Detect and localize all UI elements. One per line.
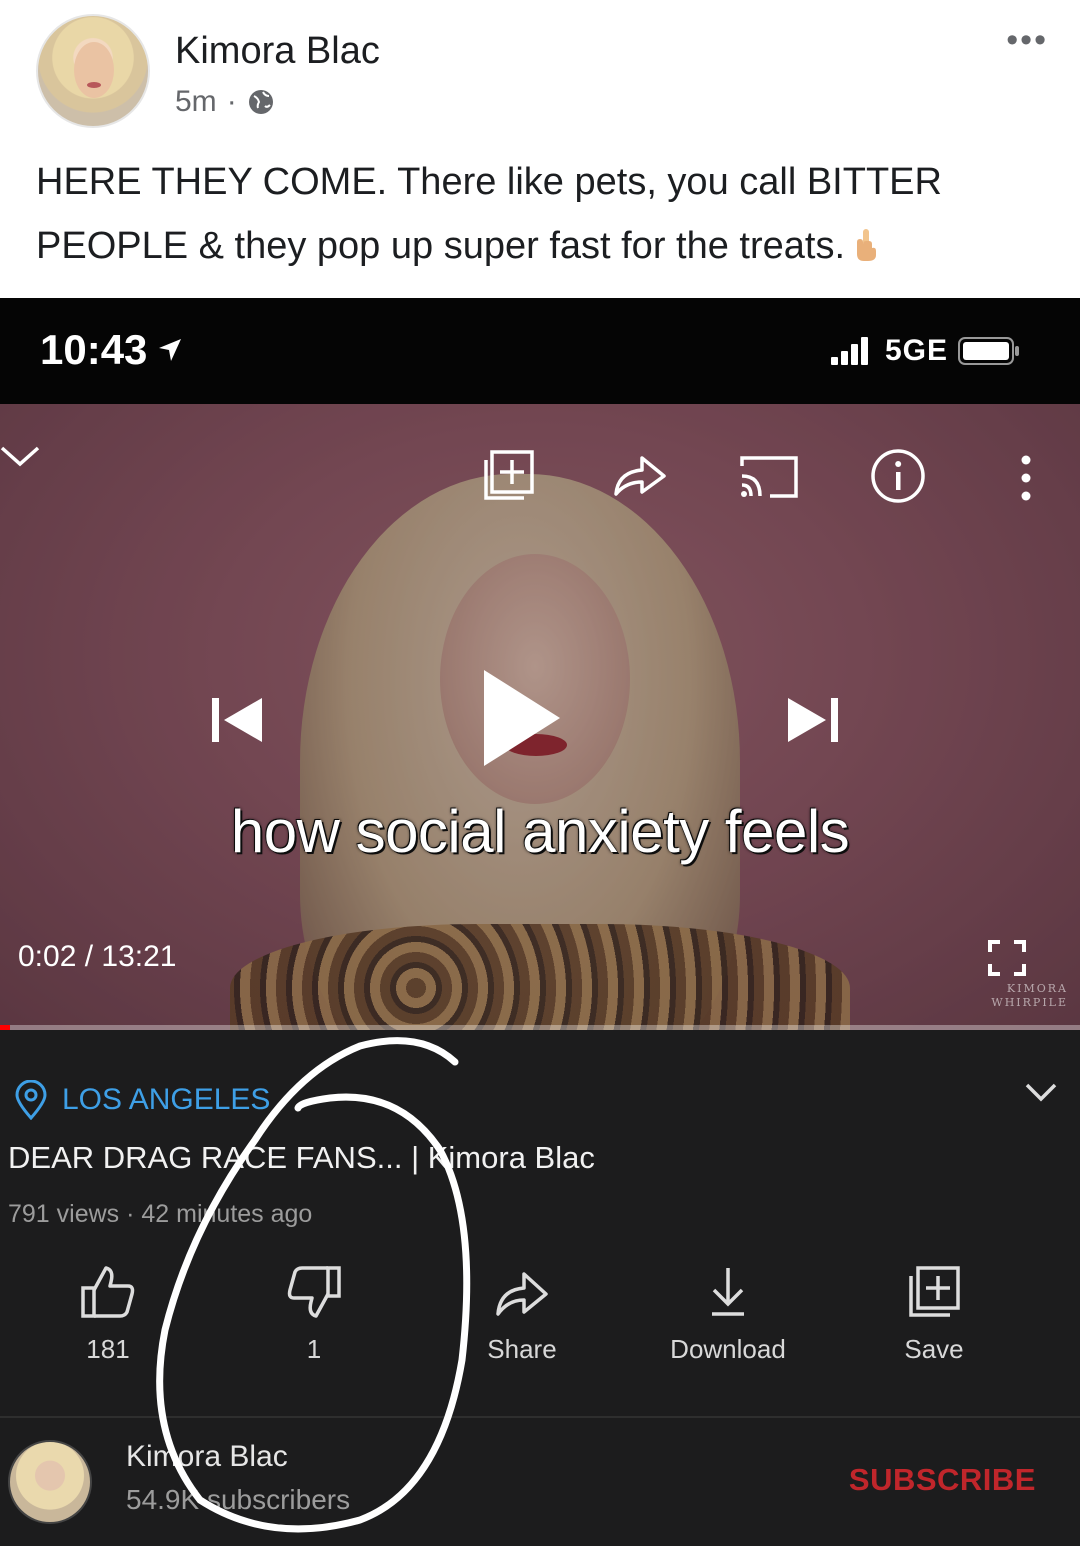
current-time: 0:02 [18,940,77,973]
video-caption-overlay: how social anxiety feels [230,798,850,865]
upload-age: 42 minutes ago [141,1200,313,1228]
share-arrow-icon [496,1272,548,1316]
video-watermark: KIMORA WHIRPILE [991,982,1068,1010]
network-type: 5GE [884,334,948,367]
duration: 13:21 [101,940,177,973]
channel-avatar[interactable] [8,1440,92,1524]
location-pin-icon [15,1080,47,1120]
save-button[interactable]: Save [844,1264,1024,1374]
action-bar: 181 1 Share Download Save [0,1264,1080,1374]
video-player[interactable]: how social anxiety feels 0:02 / 13:21 KI… [0,404,1080,1030]
dislike-button[interactable]: 1 [224,1264,404,1374]
watermark-line-2: WHIRPILE [991,996,1068,1009]
expand-chevron-icon[interactable] [1024,1080,1058,1104]
divider [0,1416,1080,1418]
clock: 10:43 [40,326,148,373]
fullscreen-icon[interactable] [988,940,1026,976]
video-title[interactable]: DEAR DRAG RACE FANS... | Kimora Blac [8,1140,595,1176]
more-vert-icon[interactable] [1018,454,1034,502]
phone-status-bar: 10:43 5GE [0,298,1080,404]
avatar-face [74,42,114,98]
save-playlist-icon [909,1266,960,1317]
time-readout: 0:02 / 13:21 [18,940,176,974]
video-meta: 791 views · 42 minutes ago [8,1200,312,1229]
subscribe-button[interactable]: SUBSCRIBE [849,1462,1036,1498]
meta-separator: · [119,1200,142,1228]
more-options-icon[interactable]: ••• [1006,23,1048,57]
signal-bars-icon [830,337,868,365]
subscriber-count: 54.9K subscribers [126,1484,351,1515]
post-time[interactable]: 5m [175,85,217,119]
avatar-lips [87,82,101,88]
time-separator: / [76,940,102,973]
globe-icon [248,90,273,114]
share-button[interactable]: Share [432,1264,612,1374]
status-time: 10:43 [40,326,183,374]
download-label: Download [670,1334,786,1364]
download-icon [712,1268,744,1316]
location-tag[interactable]: LOS ANGELES [14,1080,270,1120]
next-video-icon[interactable] [786,694,840,746]
info-icon[interactable] [870,448,926,504]
share-icon[interactable] [612,454,668,498]
play-icon[interactable] [482,668,562,768]
thumbs-up-icon [81,1266,135,1318]
status-indicators: 5GE [830,334,1020,368]
author-name[interactable]: Kimora Blac [175,30,380,73]
share-label: Share [487,1334,557,1364]
cast-icon[interactable] [740,454,798,498]
post-text: HERE THEY COME. There like pets, you cal… [36,150,1036,278]
channel-name[interactable]: Kimora Blac [126,1440,288,1474]
save-label: Save [904,1334,964,1364]
like-count: 181 [86,1334,130,1364]
location-arrow-icon [159,339,182,361]
previous-video-icon[interactable] [210,694,264,746]
like-button[interactable]: 181 [18,1264,198,1374]
watermark-line-1: KIMORA [1006,982,1068,995]
location-label: LOS ANGELES [62,1083,271,1116]
middle-finger-emoji-icon [857,229,877,261]
minimize-chevron-icon[interactable] [0,444,40,468]
add-to-playlist-icon[interactable] [484,450,534,500]
meta-dot: · [226,85,237,118]
post-meta: 5m · [175,85,275,119]
battery-icon [958,337,1019,365]
download-button[interactable]: Download [638,1264,818,1374]
view-count: 791 views [8,1200,120,1228]
dislike-count: 1 [306,1334,322,1364]
video-info-panel: LOS ANGELES DEAR DRAG RACE FANS... | Kim… [0,1030,1080,1546]
thumbs-down-icon [287,1266,341,1318]
author-avatar[interactable] [36,14,150,128]
facebook-post-header: Kimora Blac 5m · ••• HERE THEY COME. The… [0,0,1080,298]
post-body: HERE THEY COME. There like pets, you cal… [36,161,942,267]
